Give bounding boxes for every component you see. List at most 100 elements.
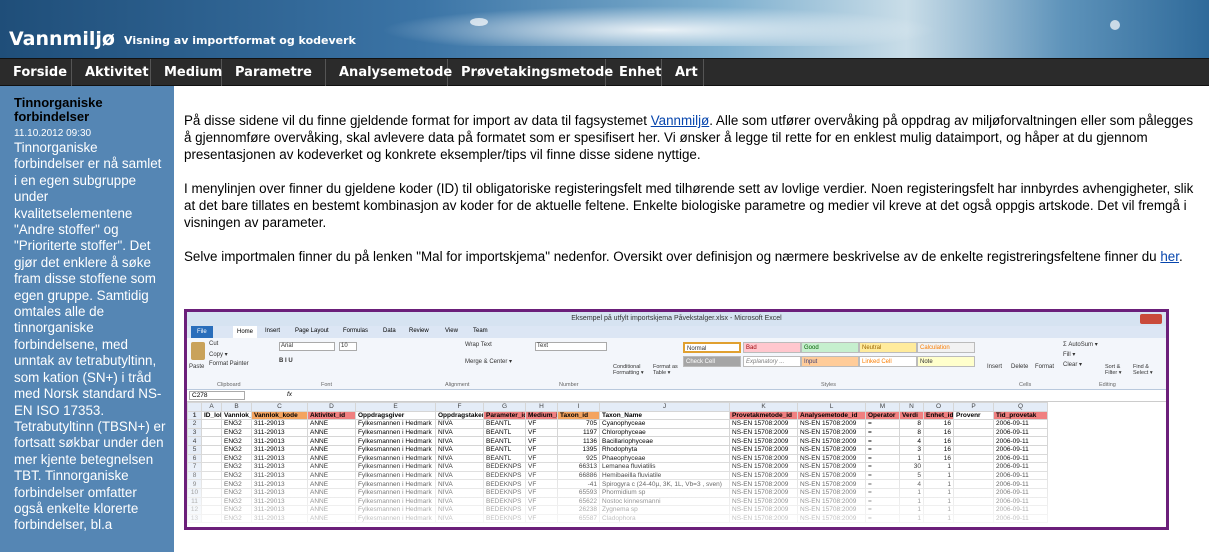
table-cell: 16 — [923, 427, 954, 438]
column-letter: J — [599, 402, 730, 412]
column-letter: C — [251, 402, 308, 412]
conditional-formatting-label: Conditional Formatting ▾ — [613, 364, 644, 376]
nav-item-art[interactable]: Art — [662, 59, 704, 86]
table-cell: = — [865, 436, 900, 446]
excel-tab-review: Review — [409, 328, 429, 334]
font-select: Arial — [279, 342, 335, 351]
site-title[interactable]: Vannmiljø — [9, 28, 115, 50]
style-input: Input — [801, 356, 859, 367]
nav-item-parametre[interactable]: Parametre ▼ — [222, 59, 326, 107]
format-cells-label: Format — [1035, 364, 1055, 370]
nav-item-aktivitet[interactable]: Aktivitet — [72, 59, 151, 86]
nav-item-provetakingsmetode[interactable]: Prøvetakingsmetode — [448, 59, 613, 86]
style-normal: Normal — [683, 342, 741, 353]
excel-sheet-grid: ABCDEFGHIJKLMNOPQ1ID_lokalVannlok_NaVann… — [187, 402, 1166, 527]
table-cell: NS-EN 15708:2009 — [729, 436, 798, 446]
site-header: Vannmiljø Visning av importformat og kod… — [0, 0, 1209, 58]
table-cell — [201, 419, 222, 429]
table-cell: ANNE — [307, 419, 356, 429]
table-cell: 2006-09-11 — [993, 427, 1048, 438]
nav-item-medium[interactable]: Medium — [151, 59, 222, 86]
excel-tab-home: Home — [233, 326, 258, 338]
table-cell: 4 — [187, 436, 202, 446]
table-cell: NS-EN 15708:2009 — [797, 419, 866, 429]
column-letter: E — [355, 402, 436, 412]
table-cell: ID_lokal — [201, 410, 222, 421]
sort-filter-label: Sort & Filter ▾ — [1105, 364, 1122, 376]
style-explanatory: Explanatory ... — [743, 356, 801, 367]
column-letter-row: ABCDEFGHIJKLMNOPQ — [187, 402, 1048, 412]
vannmiljo-link[interactable]: Vannmiljø — [651, 113, 710, 128]
table-row: 2 ENG2 311-29013 ANNE Fylkesmannen i Hedmark… — [187, 419, 1048, 429]
bold-italic-underline-icons: B I U — [279, 358, 293, 364]
column-letter: K — [729, 402, 798, 412]
group-alignment: Alignment — [445, 382, 470, 388]
news-date: 11.10.2012 09:30 — [14, 128, 92, 139]
table-cell: NIVA — [435, 436, 484, 446]
header-banner-image — [380, 6, 940, 46]
nav-item-forside[interactable]: Forside — [0, 59, 72, 86]
table-cell: NS-EN 15708:2009 — [729, 427, 798, 438]
table-cell: BEANTL — [483, 436, 526, 446]
main-nav: Forside Aktivitet Medium Parametre ▼ Ana… — [0, 58, 1209, 107]
fill-label: Fill ▾ — [1063, 352, 1076, 358]
format-painter-label: Format Painter — [209, 361, 249, 367]
table-cell: ANNE — [307, 427, 356, 438]
table-cell: 16 — [923, 436, 954, 446]
name-box: C278 — [189, 391, 245, 400]
fx-icon: fx — [287, 391, 293, 398]
table-cell: 8 — [899, 419, 924, 429]
table-cell: NIVA — [435, 427, 484, 438]
nav-item-analysemetode[interactable]: Analysemetode — [326, 59, 452, 86]
table-cell: 8 — [899, 427, 924, 438]
table-cell: NS-EN 15708:2009 — [797, 436, 866, 446]
wrap-text-label: Wrap Text — [465, 342, 492, 348]
find-select-label: Find & Select ▾ — [1133, 364, 1153, 376]
news-title[interactable]: Tinnorganiske forbindelser — [14, 96, 164, 124]
group-styles: Styles — [821, 382, 836, 388]
style-good: Good — [801, 342, 859, 353]
table-cell — [953, 427, 994, 438]
excel-title-bar: Eksempel på utfylt importskjema Påveksta… — [187, 312, 1166, 326]
copy-label: Copy ▾ — [209, 352, 228, 358]
table-cell: ENG2 — [221, 436, 252, 446]
excel-tab-view: View — [445, 328, 458, 334]
column-letter: F — [435, 402, 484, 412]
table-cell — [953, 436, 994, 446]
table-cell: 16 — [923, 419, 954, 429]
delete-cells-label: Delete — [1011, 364, 1029, 370]
column-letter: L — [797, 402, 866, 412]
group-clipboard: Clipboard — [217, 382, 241, 388]
intro-paragraph: På disse sidene vil du finne gjeldende f… — [184, 112, 1194, 163]
water-drop-graphic — [1110, 20, 1120, 30]
main-content: På disse sidene vil du finne gjeldende f… — [184, 112, 1194, 282]
table-cell: Parameter_id — [483, 410, 526, 421]
water-drop-graphic — [470, 18, 488, 26]
table-cell: Enhet_id — [923, 410, 954, 421]
clear-label: Clear ▾ — [1063, 362, 1083, 368]
definition-link[interactable]: her — [1160, 249, 1179, 264]
table-cell — [953, 419, 994, 429]
table-cell: Aktivitet_id — [307, 410, 356, 421]
excel-window-title: Eksempel på utfylt importskjema Påveksta… — [571, 315, 782, 322]
table-cell: BEANTL — [483, 427, 526, 438]
codes-paragraph: I menylinjen over finner du gjeldene kod… — [184, 181, 1194, 230]
format-table-label: Format as Table ▾ — [653, 364, 678, 376]
table-cell: Tid_provetak — [993, 410, 1048, 421]
style-check-cell: Check Cell — [683, 356, 741, 367]
template-text: Selve importmalen finner du på lenken "M… — [184, 249, 1161, 264]
nav-item-enhet[interactable]: Enhet — [606, 59, 662, 86]
table-cell: Taxon_id — [557, 410, 600, 421]
close-icon — [1140, 314, 1162, 324]
table-cell: = — [865, 419, 900, 429]
table-cell: Taxon_Name — [599, 410, 730, 421]
table-cell: 4 — [899, 436, 924, 446]
excel-screenshot-image: Eksempel på utfylt importskjema Påveksta… — [184, 309, 1169, 530]
table-cell: 1 — [187, 410, 202, 421]
table-cell: ENG2 — [221, 427, 252, 438]
excel-tab-formulas: Formulas — [343, 328, 369, 334]
excel-tab-page-layout: Page Layout — [295, 328, 329, 334]
table-row: 4 ENG2 311-29013 ANNE Fylkesmannen i Hedmark… — [187, 436, 1048, 446]
style-linked-cell: Linked Cell — [859, 356, 917, 367]
table-cell: Medium_id — [525, 410, 558, 421]
